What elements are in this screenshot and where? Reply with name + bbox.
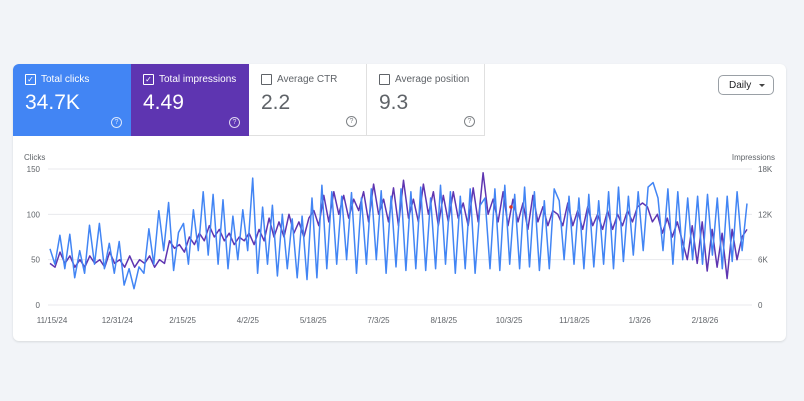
left-tick-label: 0 xyxy=(36,301,41,310)
x-tick-label: 10/3/25 xyxy=(496,316,523,325)
x-tick-label: 12/31/24 xyxy=(102,316,134,325)
x-tick-label: 2/15/25 xyxy=(169,316,196,325)
x-tick-label: 1/3/26 xyxy=(629,316,652,325)
x-tick-label: 2/18/26 xyxy=(692,316,719,325)
left-tick-label: 50 xyxy=(31,256,40,265)
right-tick-label: 12K xyxy=(758,210,773,219)
x-tick-label: 7/3/25 xyxy=(367,316,390,325)
series-line-clicks xyxy=(49,177,748,290)
x-tick-label: 11/18/25 xyxy=(559,316,590,325)
x-tick-label: 8/18/25 xyxy=(430,316,457,325)
x-tick-label: 4/2/25 xyxy=(237,316,260,325)
x-tick-label: 11/15/24 xyxy=(37,316,68,325)
right-tick-label: 6K xyxy=(758,256,768,265)
right-axis-title: Impressions xyxy=(732,153,775,162)
left-tick-label: 100 xyxy=(27,210,41,219)
annotation-marker[interactable] xyxy=(509,205,513,209)
right-tick-label: 0 xyxy=(758,301,763,310)
x-tick-label: 5/18/25 xyxy=(300,316,327,325)
left-axis-title: Clicks xyxy=(24,153,45,162)
right-tick-label: 18K xyxy=(758,165,773,174)
performance-chart[interactable]: Clicks Impressions 0 0 50 6K 100 12K 150 18K 11/… xyxy=(0,0,804,401)
left-tick-label: 150 xyxy=(27,165,41,174)
